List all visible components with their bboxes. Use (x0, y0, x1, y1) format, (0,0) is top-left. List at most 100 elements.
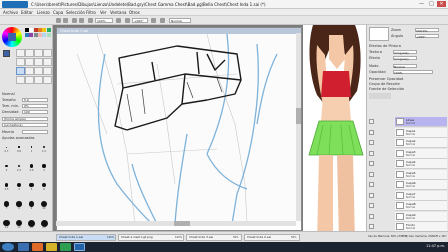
horizontal-scroll-thumb[interactable] (174, 221, 190, 226)
brush-size-preset[interactable]: 1 (26, 143, 37, 153)
palette-swatch[interactable] (46, 28, 51, 32)
zoom-field[interactable]: 100% (95, 18, 113, 23)
visibility-eye-icon[interactable] (369, 203, 374, 208)
effect-select[interactable]: (ninguno) (393, 56, 417, 61)
selection-source-checkbox[interactable]: Fuente de Selección (369, 87, 404, 91)
menu-seleccion[interactable]: Selección (66, 10, 85, 15)
menu-lienzo[interactable]: Lienzo (37, 10, 50, 15)
pen-tool[interactable] (16, 67, 25, 75)
brush-size-preset[interactable]: 10 (39, 200, 50, 210)
drawing-canvas[interactable] (57, 34, 301, 224)
zoom-tool[interactable] (16, 58, 25, 66)
visibility-eye-icon[interactable] (369, 192, 374, 198)
brush-size-preset[interactable]: 5 (26, 181, 37, 191)
menu-otros[interactable]: Otros (129, 10, 140, 15)
menu-ventana[interactable]: Ventana (110, 10, 126, 15)
angle-field[interactable]: +000° (415, 34, 439, 39)
media-task-icon[interactable] (32, 243, 43, 251)
preserve-opacity-checkbox[interactable]: Preservar Opacidad (369, 77, 403, 81)
visibility-eye-icon[interactable] (369, 129, 374, 135)
menu-filtro[interactable]: Filtro (86, 10, 96, 15)
layer-row[interactable]: Capa4 Normal (369, 159, 447, 169)
marker-tool[interactable] (16, 76, 25, 84)
sai-task-icon[interactable] (74, 243, 85, 251)
shape-select[interactable]: (forma simple) (2, 117, 48, 121)
brush-size-preset[interactable]: 7 (1, 200, 12, 210)
visibility-eye-icon[interactable] (369, 161, 374, 166)
water-tool[interactable] (43, 67, 52, 75)
brush-size-preset[interactable]: 1.5 (39, 143, 50, 153)
layer-row[interactable]: Capa9 Normal (369, 211, 447, 222)
min-size-field[interactable]: 0% (22, 104, 48, 108)
undo-icon[interactable] (56, 18, 61, 23)
zoom-out-icon[interactable] (88, 18, 93, 23)
document-tab[interactable]: Chest Inda 1.sai 100% (56, 234, 116, 241)
clipping-group-checkbox[interactable]: Grupo de Recorte (369, 82, 400, 86)
layer-row[interactable]: Capa1 Normal (369, 127, 447, 138)
rotate-left-icon[interactable] (125, 18, 130, 23)
layer-row[interactable]: Capa7 Normal (369, 190, 447, 201)
flip-icon[interactable] (160, 18, 165, 23)
layer-buttons[interactable] (369, 93, 391, 99)
airbrush-tool[interactable] (25, 67, 34, 75)
hand-tool[interactable] (43, 49, 52, 57)
eraser-tool[interactable] (25, 76, 34, 84)
menu-ver[interactable]: Ver (100, 10, 107, 15)
brush-size-preset[interactable]: 12 (1, 219, 12, 229)
blend-mode-select[interactable]: Normal (393, 64, 417, 69)
layer-row[interactable]: Capa2 Normal (369, 138, 447, 148)
brush-size-preset[interactable]: 8 (14, 200, 25, 210)
brush-size-preset[interactable]: 4 (14, 181, 25, 191)
brush-tool[interactable] (34, 67, 43, 75)
menu-capa[interactable]: Capa (53, 10, 63, 15)
brush-size-preset[interactable]: 2 (1, 162, 12, 172)
opacity-slider[interactable]: 100% (393, 70, 433, 75)
start-button[interactable] (2, 243, 14, 251)
app-task-icon[interactable] (60, 243, 71, 251)
magic-wand-tool[interactable] (34, 49, 43, 57)
close-button[interactable]: ✕ (437, 1, 446, 7)
folder-task-icon[interactable] (46, 243, 57, 251)
document-tab[interactable]: Chest Inda 3.sai 50% (186, 234, 242, 241)
brush-size-preset[interactable]: 0.8 (14, 143, 25, 153)
explorer-task-icon[interactable] (18, 243, 29, 251)
layer-row[interactable]: Capa5 Normal (369, 169, 447, 180)
palette-swatch[interactable] (46, 32, 51, 37)
vertical-scrollbar[interactable] (296, 33, 301, 221)
menu-archivo[interactable]: Archivo (3, 10, 18, 15)
bucket-tool[interactable] (43, 76, 52, 84)
brush-size-preset[interactable]: 14 (14, 219, 25, 229)
visibility-eye-icon[interactable] (369, 182, 374, 187)
horizontal-scrollbar[interactable] (56, 221, 296, 226)
blend-slider[interactable] (22, 130, 48, 134)
eyedropper-tool[interactable] (43, 58, 52, 66)
visibility-eye-icon[interactable] (369, 150, 374, 156)
layer-row[interactable]: Línea Normal (369, 117, 447, 127)
zoom-field[interactable]: 100.0% (415, 28, 439, 33)
invert-selection-icon[interactable] (79, 18, 84, 23)
brush-size-preset[interactable]: 20 (39, 219, 50, 229)
size-field[interactable]: 5.0 (22, 98, 48, 102)
brush-size-preset[interactable]: 6 (39, 181, 50, 191)
layer-row[interactable]: Capa8 Normal (369, 201, 447, 211)
brush-size-preset[interactable]: 2.3 (14, 162, 25, 172)
primary-color[interactable] (3, 50, 10, 57)
document-tab[interactable]: Chest Inda 2.sai 50% (244, 234, 300, 241)
density-field[interactable]: 100 (22, 110, 48, 114)
visibility-eye-icon[interactable] (369, 213, 374, 219)
rotate-right-icon[interactable] (151, 18, 156, 23)
layer-row[interactable]: Capa6 Normal (369, 180, 447, 190)
maximize-button[interactable]: □ (427, 1, 436, 7)
texture-select[interactable]: (sin textura) (2, 123, 48, 127)
brush-size-preset[interactable]: 16 (26, 219, 37, 229)
zoom-in-icon[interactable] (116, 18, 121, 23)
brush-size-preset[interactable]: 9 (26, 200, 37, 210)
brush-size-preset[interactable]: 2.6 (26, 162, 37, 172)
mode-select[interactable]: Normal (169, 18, 191, 23)
selection-tool[interactable] (16, 49, 25, 57)
visibility-eye-icon[interactable] (369, 171, 374, 177)
angle-field[interactable]: +000° (132, 18, 148, 23)
minimize-button[interactable]: — (417, 1, 426, 7)
brush-size-preset[interactable]: 3.5 (1, 181, 12, 191)
deselect-icon[interactable] (72, 18, 77, 23)
